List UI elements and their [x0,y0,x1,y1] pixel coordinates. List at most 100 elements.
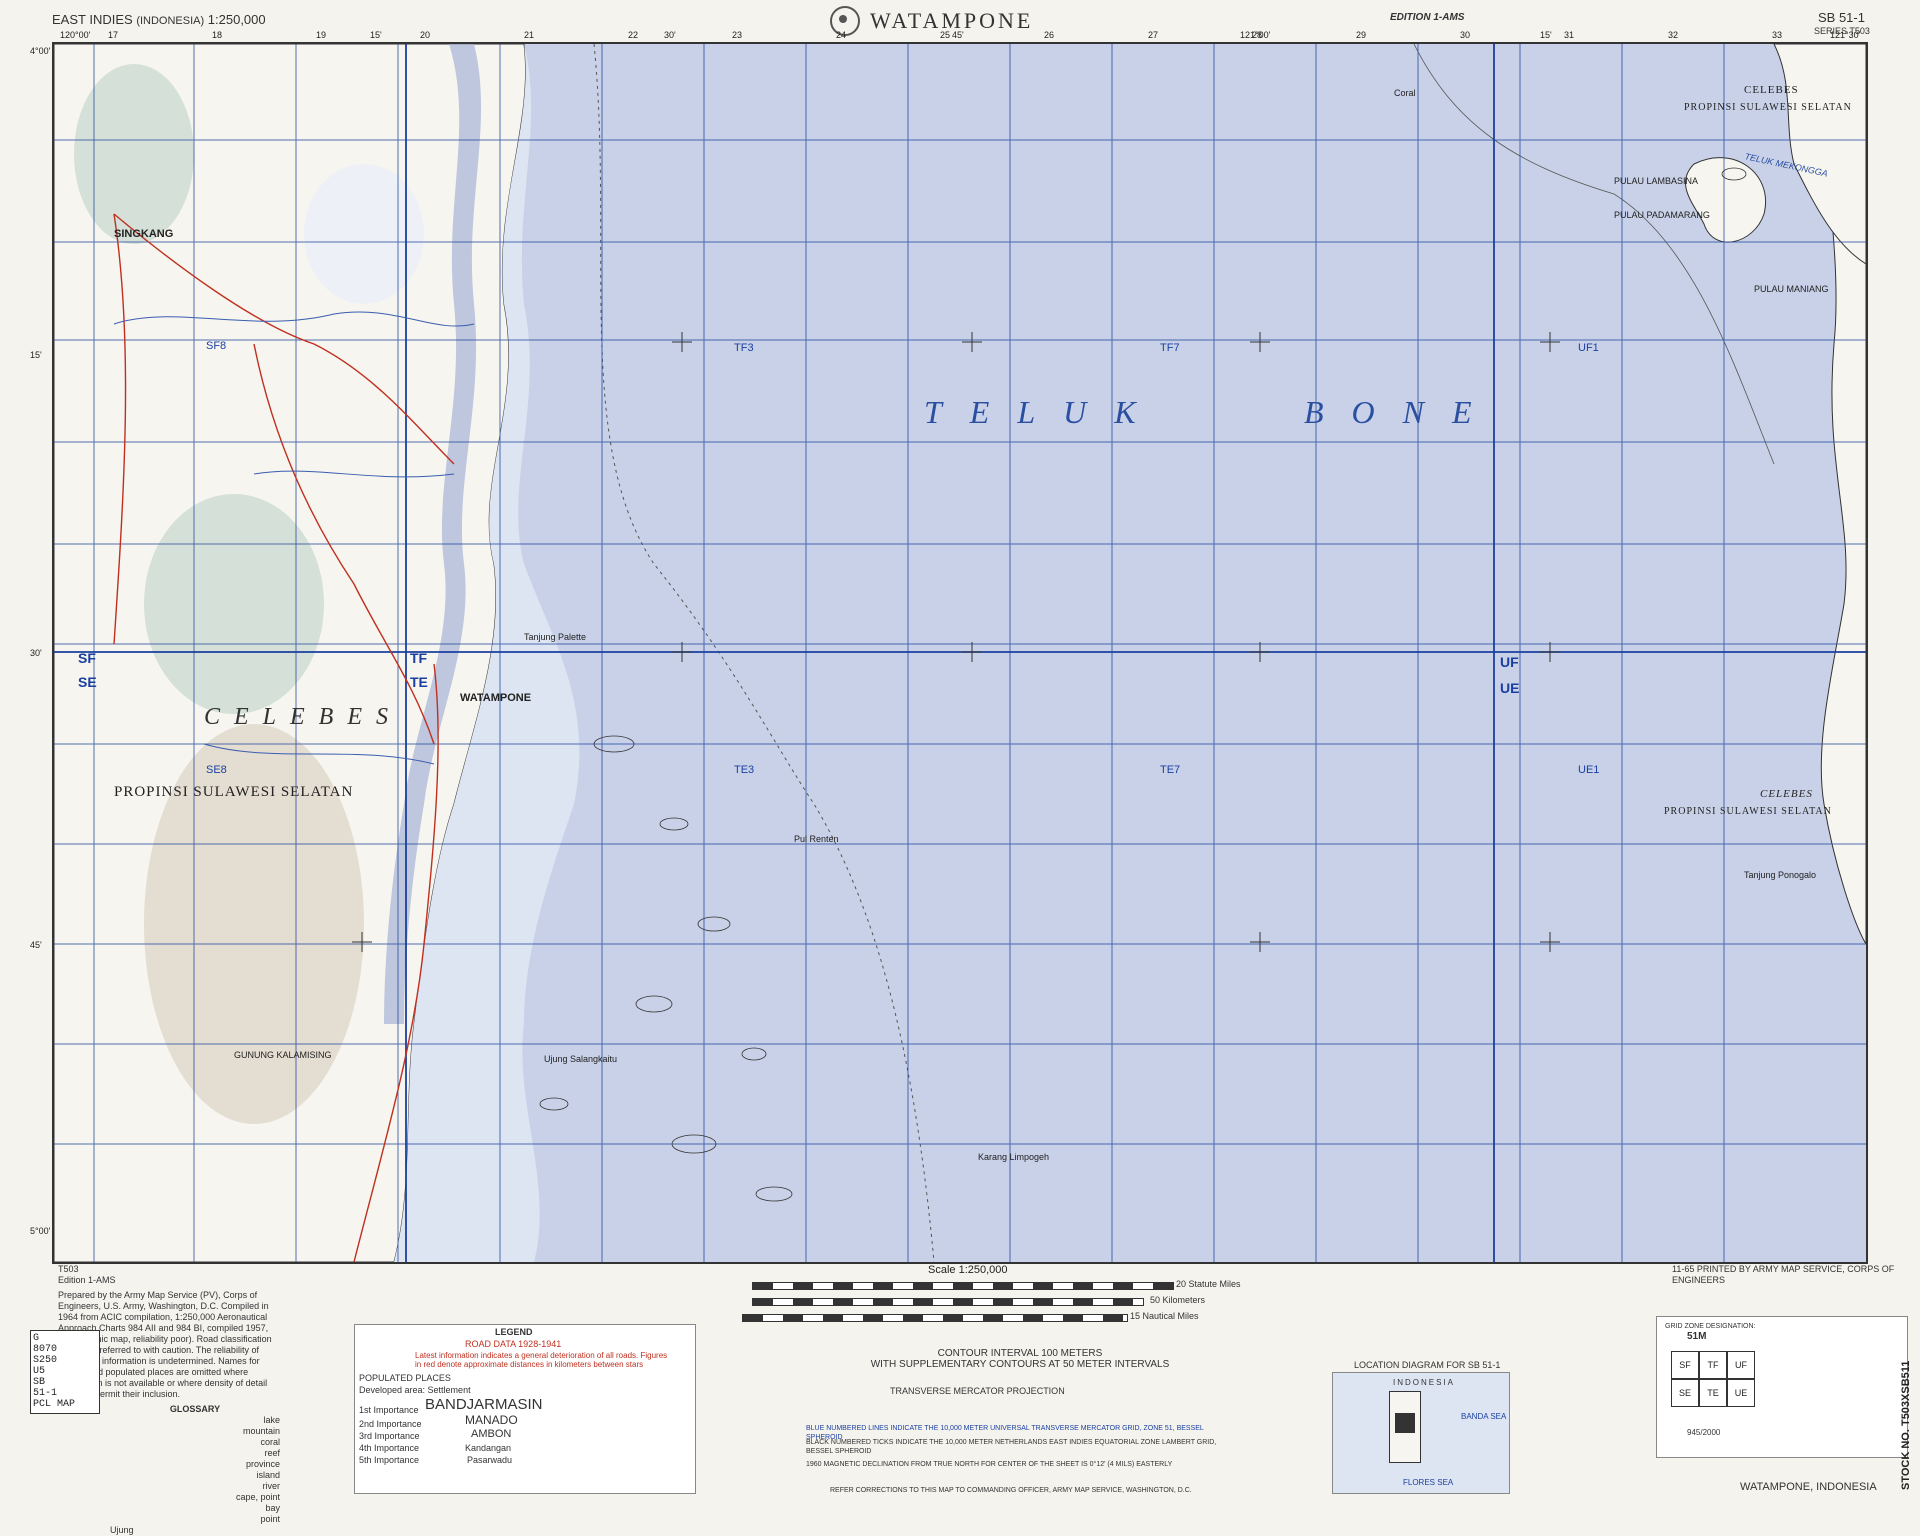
projection: TRANSVERSE MERCATOR PROJECTION [890,1386,1065,1396]
town-5th: Pasarwadu [467,1455,513,1465]
grid-number: 24 [836,30,847,40]
town-2nd: MANADO [465,1413,518,1427]
footer-series-code: T503 [58,1264,79,1274]
map-frame[interactable]: TELUK BONE CELEBES PROPINSI SULAWESI SEL… [52,42,1868,1264]
province-label-right-mid: PROPINSI SULAWESI SELATAN [1664,806,1832,817]
stamp-line: U5 [33,1366,46,1377]
place-gunung-kalamising: GUNUNG KALAMISING [234,1050,332,1060]
series-name: EAST INDIES [52,12,133,27]
grid-number: 21 [524,30,535,40]
grid-number: 27 [1148,30,1159,40]
glossary-title: GLOSSARY [169,1404,221,1414]
grid-reference-box: GRID ZONE DESIGNATION: 51M SF TF UF SE TE UE … [1656,1316,1908,1458]
location-diagram: INDONESIA BANDA SEA FLORES SEA [1332,1372,1510,1494]
grid-number: 30 [1460,30,1471,40]
place-ujung-salangkaitu: Ujung Salangkaitu [544,1054,618,1064]
place-coral: Coral [1394,88,1416,98]
contour-sub: WITH SUPPLEMENTARY CONTOURS AT 50 METER … [870,1359,1170,1370]
place-watampone[interactable]: WATAMPONE [460,692,531,704]
diagram-indonesia: INDONESIA [1393,1378,1456,1387]
location-diagram-title: LOCATION DIAGRAM FOR SB 51-1 [1354,1360,1501,1370]
scale-label-nautical: 15 Nautical Miles [1130,1311,1199,1321]
importance-3: 3rd Importance [359,1431,420,1441]
grid-square: SF [1671,1351,1699,1379]
zone-te: TE [410,674,428,690]
lon-label-45: 45' [952,30,964,40]
scale-title: Scale 1:250,000 [928,1264,1008,1276]
stock-number: STOCK NO. T503XSB511 [1900,1360,1912,1490]
diagram-current-sheet [1395,1413,1415,1433]
header-scale: 1:250,000 [207,12,266,27]
zone-uf: UF [1500,654,1519,670]
glossary-term: reef [264,1448,280,1458]
place-pulau-padamarang: PULAU PADAMARANG [1614,210,1710,220]
sheet-number: SB 51-1 [1818,10,1865,25]
glossary-term: mountain [242,1426,280,1436]
legend-title: LEGEND [495,1327,533,1337]
header-left: EAST INDIES (INDONESIA) 1:250,000 [52,12,266,27]
place-singkang[interactable]: SINGKANG [114,228,173,240]
glossary-list: lake mountain coral reef province island river… [110,1415,280,1525]
developed-area: Developed area: Settlement [359,1385,471,1395]
diagram-banda-sea: BANDA SEA [1461,1412,1507,1421]
grid-square: SE [1671,1379,1699,1407]
province-label-left: PROPINSI SULAWESI SELATAN [114,784,354,800]
zone-tf3: TF3 [734,342,754,354]
scale-label-km: 50 Kilometers [1150,1295,1206,1305]
road-note: Latest information indicates a general d… [415,1351,668,1369]
contour-info: CONTOUR INTERVAL 100 METERS WITH SUPPLEM… [870,1348,1170,1370]
glossary-term: lake [263,1415,280,1425]
importance-1: 1st Importance [359,1405,419,1415]
reef-line [593,44,935,1262]
sea-label-teluk: TELUK [924,394,1164,430]
place-pulau-maniang: PULAU MANIANG [1754,284,1829,294]
place-tanjung-palette: Tanjung Palette [524,632,587,642]
footer-edition: Edition 1-AMS [58,1275,116,1285]
pulau-padamarang-island [1684,157,1766,243]
glossary-term: province [245,1459,280,1469]
library-stamp: G 8070 S250 U5 SB 51-1 PCL MAP [30,1330,100,1414]
zone-ue1: UE1 [1578,764,1600,776]
zone-te3: TE3 [734,764,755,776]
zone-sf8: SF8 [206,340,227,352]
grid-number: 17 [108,30,119,40]
zone-tf7: TF7 [1160,342,1180,354]
declination-note: 1960 MAGNETIC DECLINATION FROM TRUE NORT… [806,1461,1173,1468]
grid-number: 18 [212,30,223,40]
populated-places: POPULATED PLACES [359,1373,451,1383]
sea-label-bone: BONE [1304,394,1500,430]
grid-number: 25 [940,30,951,40]
sheet-name-footer: WATAMPONE, INDONESIA [1740,1481,1877,1493]
road-data: ROAD DATA 1928-1941 [465,1339,562,1349]
grid-number: 33 [1772,30,1783,40]
lon-label-121-30: 121°30' [1830,30,1861,40]
zone-tf: TF [410,650,428,666]
vegetation-patch [144,494,324,714]
lon-label-30: 30' [664,30,676,40]
grid-square: TE [1699,1379,1727,1407]
vegetation-patch [74,64,194,244]
glossary-term: island [256,1470,280,1480]
grid-number: 31 [1564,30,1575,40]
glossary-term: river [262,1481,281,1491]
town-1st: BANDJARMASIN [425,1396,543,1413]
celebes-top-right: CELEBES [1744,84,1799,96]
grid-zone: 51M [1687,1331,1707,1342]
province-label-right-top: PROPINSI SULAWESI SELATAN [1684,102,1852,113]
scale-bar-miles [752,1282,1174,1290]
glossary: GLOSSARY lake mountain coral reef province is… [110,1404,280,1536]
stamp-line: 51-1 [33,1388,58,1399]
lat-label-bottom: 5°00' [30,1226,51,1236]
stamp-line: 8070 [33,1344,58,1355]
reef-islets [539,167,1747,1202]
legend-box: LEGEND ROAD DATA 1928-1941 Latest inform… [354,1324,696,1494]
stamp-line: PCL MAP [33,1399,76,1410]
grid-number: 26 [1044,30,1055,40]
town-4th: Kandangan [465,1443,512,1453]
grid-number: 23 [732,30,743,40]
glossary-term: point [260,1514,280,1524]
place-pulau-renten: Pul Renten [794,834,839,844]
map-svg [54,44,1866,1262]
zone-se8: SE8 [206,764,227,776]
refer-note: REFER CORRECTIONS TO THIS MAP TO COMMAND… [830,1487,1192,1494]
